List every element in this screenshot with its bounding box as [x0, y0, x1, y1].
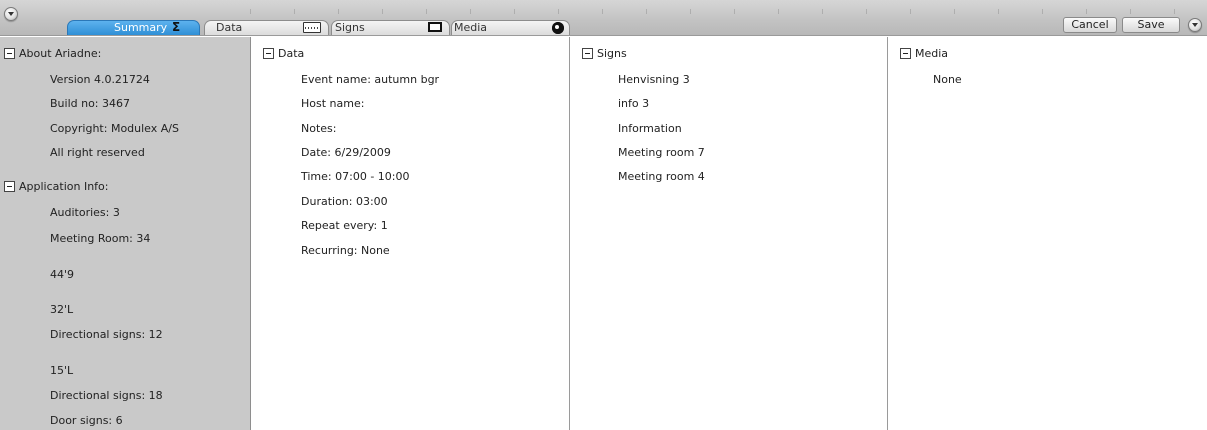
list-item: Meeting room 4 — [618, 170, 705, 183]
collapse-icon[interactable] — [4, 48, 15, 59]
list-item: 44'9 — [50, 268, 75, 281]
list-item: Directional signs: 18 — [50, 389, 163, 402]
save-button[interactable]: Save — [1122, 17, 1180, 33]
sigma-icon: Σ — [172, 20, 181, 34]
tab-data-label: Data — [216, 21, 243, 34]
about-title: About Ariadne: — [19, 47, 102, 60]
list-item: All right reserved — [50, 146, 145, 159]
list-item: Meeting Room: 34 — [50, 232, 151, 245]
tab-media[interactable]: Media — [451, 20, 570, 35]
list-item: Meeting room 7 — [618, 146, 705, 159]
signs-panel: Signs Henvisning 3 info 3 Information Me… — [570, 37, 888, 430]
menu-dropdown-icon[interactable] — [4, 7, 18, 21]
list-item: Information — [618, 122, 682, 135]
list-item: Door signs: 6 — [50, 414, 123, 427]
list-item: Notes: — [301, 122, 337, 135]
summary-sidebar: About Ariadne: Version 4.0.21724 Build n… — [0, 37, 251, 430]
list-item: None — [933, 73, 962, 86]
application-section-header[interactable]: Application Info: — [4, 180, 108, 193]
event-summary-window: Summary Σ Data Signs Media Cancel Save A… — [0, 0, 1207, 430]
tab-signs-label: Signs — [335, 21, 365, 34]
tab-summary-label: Summary — [114, 21, 168, 34]
collapse-icon[interactable] — [900, 48, 911, 59]
list-item: Duration: 03:00 — [301, 195, 388, 208]
about-section-header[interactable]: About Ariadne: — [4, 47, 101, 60]
collapse-icon[interactable] — [4, 181, 15, 192]
data-panel: Data Event name: autumn bgr Host name: N… — [252, 37, 570, 430]
data-title: Data — [278, 47, 305, 60]
cancel-button[interactable]: Cancel — [1063, 17, 1117, 33]
collapse-icon[interactable] — [582, 48, 593, 59]
tab-media-label: Media — [454, 21, 488, 34]
media-section-header[interactable]: Media — [900, 47, 948, 60]
list-item: Time: 07:00 - 10:00 — [301, 170, 410, 183]
list-item: Host name: — [301, 97, 365, 110]
list-item: 15'L — [50, 364, 74, 377]
collapse-icon[interactable] — [263, 48, 274, 59]
rectangle-icon — [428, 22, 442, 32]
list-item: Date: 6/29/2009 — [301, 146, 391, 159]
tab-summary[interactable]: Summary Σ — [67, 20, 200, 35]
tab-data[interactable]: Data — [204, 20, 329, 35]
toolbar: Summary Σ Data Signs Media Cancel Save — [0, 0, 1207, 36]
list-item: Build no: 3467 — [50, 97, 131, 110]
list-item: Event name: autumn bgr — [301, 73, 440, 86]
media-title: Media — [915, 47, 949, 60]
signs-title: Signs — [597, 47, 627, 60]
application-title: Application Info: — [19, 180, 109, 193]
list-item: Henvisning 3 — [618, 73, 690, 86]
keyboard-icon — [303, 22, 321, 33]
timeline-ruler — [250, 0, 1207, 14]
list-item: info 3 — [618, 97, 650, 110]
signs-section-header[interactable]: Signs — [582, 47, 627, 60]
media-panel: Media None — [888, 37, 1207, 430]
list-item: Directional signs: 12 — [50, 328, 163, 341]
list-item: Auditories: 3 — [50, 206, 120, 219]
list-item: Recurring: None — [301, 244, 390, 257]
list-item: 32'L — [50, 303, 74, 316]
data-section-header[interactable]: Data — [263, 47, 304, 60]
list-item: Version 4.0.21724 — [50, 73, 150, 86]
list-item: Repeat every: 1 — [301, 219, 388, 232]
tab-signs[interactable]: Signs — [331, 20, 450, 35]
list-item: Copyright: Modulex A/S — [50, 122, 179, 135]
disc-icon — [552, 22, 564, 34]
options-dropdown-icon[interactable] — [1188, 18, 1202, 32]
